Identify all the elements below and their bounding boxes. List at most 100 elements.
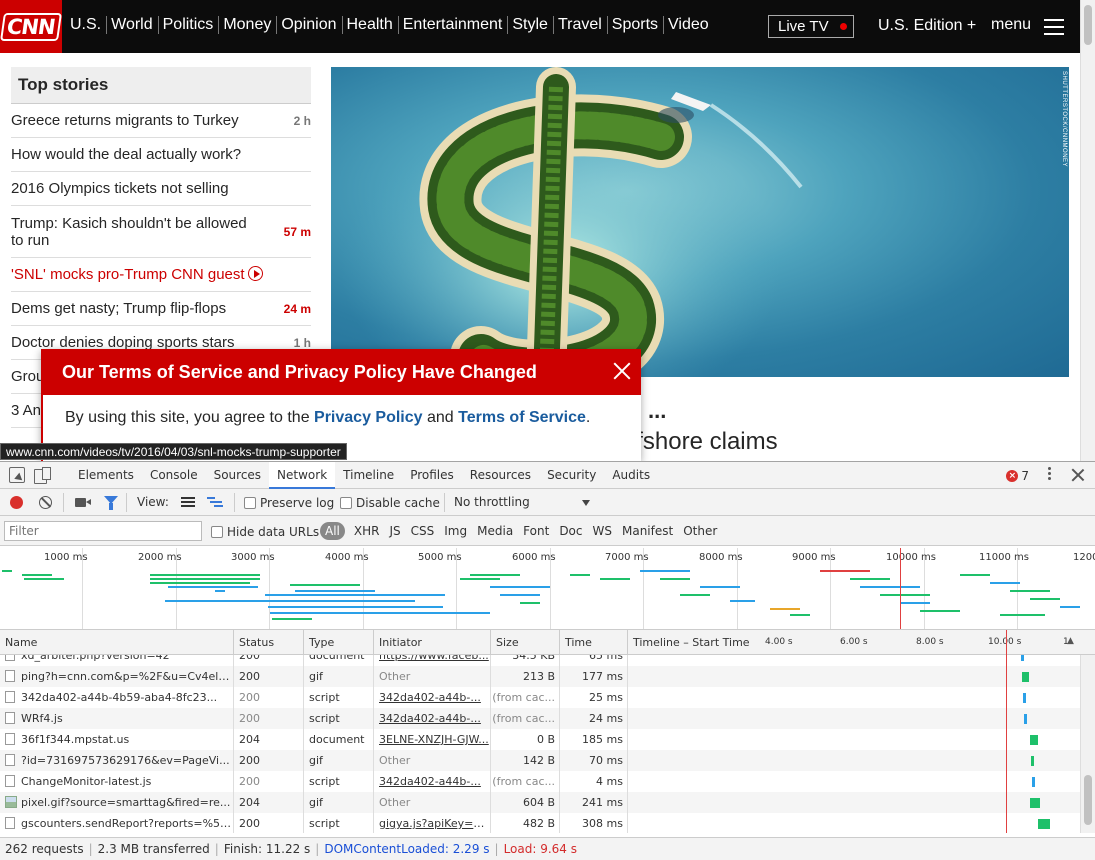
story-headline[interactable]: Dems get nasty; Trump flip-flops	[11, 300, 226, 317]
scrollbar-thumb[interactable]	[1084, 775, 1092, 825]
filter-input[interactable]	[4, 521, 202, 541]
request-row[interactable]: xd_arbiter.php?version=42 200 document http…	[0, 655, 1080, 666]
nav-link-politics[interactable]: Politics	[157, 16, 219, 34]
terms-of-service-link[interactable]: Terms of Service	[458, 409, 586, 426]
clear-icon[interactable]	[39, 496, 52, 509]
filter-type-css[interactable]: CSS	[406, 522, 440, 540]
filter-type-js[interactable]: JS	[384, 522, 405, 540]
close-devtools-icon[interactable]	[1071, 468, 1085, 482]
nav-link-travel[interactable]: Travel	[552, 16, 607, 34]
nav-link-style[interactable]: Style	[507, 16, 553, 34]
network-overview-timeline[interactable]: 1000 ms 2000 ms 3000 ms 4000 ms 5000 ms 6000 …	[0, 548, 1095, 630]
story-headline[interactable]: Trump: Kasich shouldn't be allowed to ru…	[11, 215, 261, 249]
filter-type-doc[interactable]: Doc	[554, 522, 587, 540]
story-item[interactable]: 'SNL' mocks pro-Trump CNN guest	[11, 258, 311, 292]
tab-timeline[interactable]: Timeline	[335, 462, 402, 489]
nav-link-health[interactable]: Health	[341, 16, 398, 34]
filter-type-xhr[interactable]: XHR	[349, 522, 385, 540]
column-status[interactable]: Status	[234, 630, 304, 655]
waterfall-bar[interactable]	[1022, 672, 1030, 682]
tab-audits[interactable]: Audits	[604, 462, 658, 489]
hide-data-urls-checkbox[interactable]: Hide data URLs	[211, 525, 319, 539]
story-headline[interactable]: 2016 Olympics tickets not selling	[11, 180, 229, 197]
request-row[interactable]: ChangeMonitor-latest.js 200 script 342da402…	[0, 771, 1080, 792]
filter-type-media[interactable]: Media	[472, 522, 518, 540]
headline-text[interactable]: ffshore claims	[630, 428, 778, 456]
filter-type-img[interactable]: Img	[439, 522, 472, 540]
checkbox-box[interactable]	[244, 497, 256, 509]
waterfall-bar[interactable]	[1023, 693, 1027, 703]
scrollbar-thumb[interactable]	[1084, 5, 1092, 45]
story-item[interactable]: 2016 Olympics tickets not selling	[11, 172, 311, 206]
tab-elements[interactable]: Elements	[70, 462, 142, 489]
menu-label[interactable]: menu	[991, 16, 1031, 34]
inspect-element-icon[interactable]	[9, 467, 25, 483]
story-headline[interactable]: Greece returns migrants to Turkey	[11, 112, 239, 129]
request-row[interactable]: ping?h=cnn.com&p=%2F&u=Cv4els... 200 gif Ot…	[0, 666, 1080, 687]
cell-initiator[interactable]: 342da402-a44b-...	[374, 708, 491, 729]
request-row[interactable]: gscounters.sendReport?reports=%5B... 200 s…	[0, 813, 1080, 833]
edition-selector[interactable]: U.S. Edition +	[878, 17, 976, 35]
nav-link-world[interactable]: World	[106, 16, 158, 34]
column-timeline[interactable]: Timeline – Start Time	[628, 630, 758, 655]
column-type[interactable]: Type	[304, 630, 374, 655]
waterfall-bar[interactable]	[1037, 819, 1050, 829]
filter-type-manifest[interactable]: Manifest	[617, 522, 678, 540]
preserve-log-checkbox[interactable]: Preserve log	[244, 496, 334, 510]
tab-sources[interactable]: Sources	[206, 462, 269, 489]
column-size[interactable]: Size	[491, 630, 560, 655]
nav-link-video[interactable]: Video	[663, 16, 714, 34]
overview-waterfall-icon[interactable]	[207, 497, 223, 508]
request-row[interactable]: ?id=731697573629176&ev=PageVi... 200 gif Ot…	[0, 750, 1080, 771]
cnn-logo[interactable]: CNN	[0, 0, 62, 53]
tab-security[interactable]: Security	[539, 462, 604, 489]
more-options-icon[interactable]	[1048, 467, 1052, 483]
story-headline[interactable]: How would the deal actually work?	[11, 146, 241, 163]
tab-resources[interactable]: Resources	[462, 462, 539, 489]
tab-network[interactable]: Network	[269, 462, 336, 489]
nav-link-us[interactable]: U.S.	[70, 16, 106, 34]
column-time[interactable]: Time	[560, 630, 628, 655]
cell-initiator[interactable]: 342da402-a44b-...	[374, 687, 491, 708]
filter-type-other[interactable]: Other	[678, 522, 722, 540]
device-mode-icon[interactable]	[34, 467, 51, 484]
filter-type-ws[interactable]: WS	[588, 522, 617, 540]
request-row[interactable]: 36f1f344.mpstat.us 204 document 3ELNE-XNZJH…	[0, 729, 1080, 750]
throttling-select[interactable]: No throttling	[454, 495, 592, 509]
disable-cache-checkbox[interactable]: Disable cache	[340, 496, 440, 510]
large-rows-icon[interactable]	[181, 497, 195, 508]
request-row[interactable]: 342da402-a44b-4b59-aba4-8fc23... 200 scrip…	[0, 687, 1080, 708]
capture-screenshots-icon[interactable]	[75, 498, 91, 507]
table-scrollbar[interactable]	[1080, 655, 1095, 833]
checkbox-box[interactable]	[340, 497, 352, 509]
nav-link-money[interactable]: Money	[218, 16, 276, 34]
waterfall-bar[interactable]	[1024, 714, 1027, 724]
filter-type-font[interactable]: Font	[518, 522, 554, 540]
column-name[interactable]: Name	[0, 630, 234, 655]
page-scrollbar[interactable]	[1080, 0, 1095, 461]
record-button[interactable]	[10, 496, 23, 509]
nav-link-opinion[interactable]: Opinion	[276, 16, 341, 34]
story-headline[interactable]: 3 An	[11, 402, 41, 419]
column-initiator[interactable]: Initiator	[374, 630, 491, 655]
filter-type-all[interactable]: All	[320, 522, 345, 540]
story-item[interactable]: How would the deal actually work?	[11, 138, 311, 172]
story-headline[interactable]: 'SNL' mocks pro-Trump CNN guest	[11, 266, 245, 283]
privacy-policy-link[interactable]: Privacy Policy	[314, 409, 423, 426]
sort-arrow-icon[interactable]: ▲	[1067, 636, 1074, 646]
story-item[interactable]: Greece returns migrants to Turkey 2 h	[11, 104, 311, 138]
nav-link-sports[interactable]: Sports	[606, 16, 663, 34]
close-icon[interactable]	[612, 361, 632, 381]
hamburger-menu-icon[interactable]	[1044, 19, 1064, 35]
checkbox-box[interactable]	[211, 526, 223, 538]
cell-initiator[interactable]: https://www.faceb...	[374, 655, 491, 666]
waterfall-bar[interactable]	[1020, 655, 1024, 661]
hero-image[interactable]: SHUTTERSTOCK/CNNMONEY	[331, 67, 1069, 377]
cell-initiator[interactable]: 342da402-a44b-...	[374, 771, 491, 792]
story-item[interactable]: Trump: Kasich shouldn't be allowed to ru…	[11, 206, 311, 258]
error-count-badge[interactable]: × 7	[1006, 469, 1029, 483]
request-row[interactable]: WRf4.js 200 script 342da402-a44b-... (from c…	[0, 708, 1080, 729]
cell-initiator[interactable]: 3ELNE-XNZJH-GJW...	[374, 729, 491, 750]
request-row[interactable]: pixel.gif?source=smarttag&fired=re... 204…	[0, 792, 1080, 813]
live-tv-button[interactable]: Live TV	[768, 15, 854, 38]
